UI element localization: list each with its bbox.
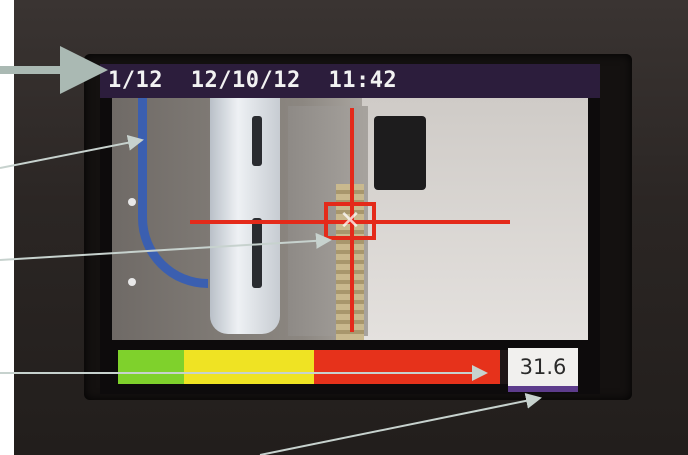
mount-hole xyxy=(128,198,136,206)
gauge-value: 31.6 xyxy=(508,348,578,386)
gauge-segment-green xyxy=(118,350,184,384)
status-bar: 1/12 12/10/12 11:42 xyxy=(100,64,600,98)
valve-slot xyxy=(252,116,262,166)
value-underline xyxy=(508,386,578,392)
blue-hose xyxy=(138,98,208,288)
valve-slot xyxy=(252,218,262,288)
status-text: 1/12 12/10/12 11:42 xyxy=(108,68,411,93)
valve-body xyxy=(210,98,280,334)
gauge-segment-red xyxy=(314,350,500,384)
device-screen: 1/12 12/10/12 11:42 ✕ 31.6 xyxy=(100,64,600,394)
dark-block xyxy=(374,116,426,190)
target-x-icon: ✕ xyxy=(339,206,361,236)
gauge-segment-yellow xyxy=(184,350,314,384)
image-counter: 1/12 xyxy=(108,68,163,93)
level-gauge xyxy=(118,350,510,384)
time-readout: 11:42 xyxy=(328,68,398,93)
camera-view: ✕ xyxy=(112,98,588,340)
mount-hole xyxy=(128,278,136,286)
date-readout: 12/10/12 xyxy=(190,68,301,93)
